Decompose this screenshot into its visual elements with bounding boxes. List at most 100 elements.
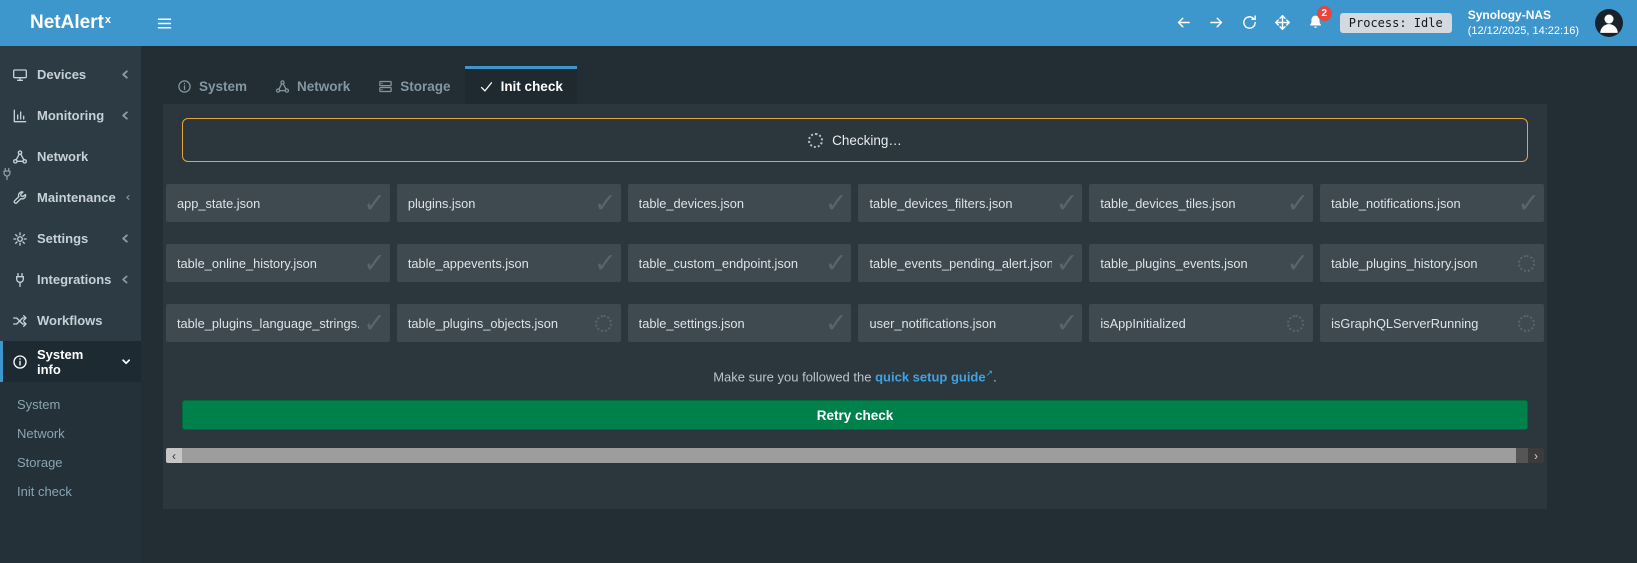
- chevron-left-icon: [125, 192, 131, 203]
- tab-storage[interactable]: Storage: [364, 66, 464, 104]
- monitor-icon: [12, 67, 28, 83]
- check-item-table-settings-json: table_settings.json✓: [628, 304, 852, 342]
- sidebar-item-label: Workflows: [37, 313, 103, 328]
- sidebar-item-settings[interactable]: Settings: [0, 218, 141, 259]
- scroll-right-button[interactable]: ›: [1528, 448, 1544, 463]
- device-info: Synology-NAS (12/12/2025, 14:22:16): [1468, 8, 1579, 38]
- process-status-badge: Process: Idle: [1340, 13, 1452, 33]
- check-item-user-notifications-json: user_notifications.json ✓: [858, 304, 1082, 342]
- check-item-label: user_notifications.json: [869, 316, 1051, 331]
- refresh-icon[interactable]: [1241, 14, 1258, 31]
- check-icon: ✓: [1287, 250, 1310, 277]
- no-chevron: [120, 315, 131, 326]
- check-icon: [479, 79, 494, 94]
- check-item-label: table_plugins_events.json: [1100, 256, 1282, 271]
- sidebar-item-integrations[interactable]: Integrations: [0, 259, 141, 300]
- check-item-label: table_devices.json: [639, 196, 821, 211]
- check-item-label: isAppInitialized: [1100, 316, 1283, 331]
- app-window: NetAlertx 2 Process: Idle: [0, 0, 1637, 563]
- check-icon: ✓: [1056, 310, 1079, 337]
- checking-label: Checking…: [832, 133, 902, 148]
- sidebar-item-network[interactable]: Network: [0, 136, 141, 177]
- check-item-label: table_events_pending_alert.json: [869, 256, 1051, 271]
- sidebar-item-label: Maintenance: [37, 190, 116, 205]
- check-item-label: app_state.json: [177, 196, 359, 211]
- sidebar-item-system-info[interactable]: System info: [0, 341, 141, 382]
- device-name: Synology-NAS: [1468, 8, 1579, 24]
- check-grid: app_state.json✓plugins.json✓table_device…: [166, 184, 1544, 342]
- check-item-label: table_custom_endpoint.json: [639, 256, 821, 271]
- sidebar-subitem-init-check[interactable]: Init check: [0, 477, 141, 506]
- user-avatar[interactable]: [1595, 9, 1623, 37]
- sidebar-toggle-button[interactable]: [141, 0, 187, 46]
- tab-label: Init check: [501, 79, 563, 94]
- tab-system[interactable]: System: [163, 66, 261, 104]
- plug-icon: [12, 272, 28, 288]
- scroll-left-button[interactable]: ‹: [166, 448, 182, 463]
- check-icon: ✓: [1517, 190, 1540, 217]
- sidebar-item-monitoring[interactable]: Monitoring: [0, 95, 141, 136]
- check-item-label: table_appevents.json: [408, 256, 590, 271]
- check-item-label: table_plugins_language_strings.json: [177, 316, 359, 331]
- header-actions: 2 Process: Idle Synology-NAS (12/12/2025…: [1175, 8, 1637, 38]
- move-arrows-icon[interactable]: [1274, 14, 1291, 31]
- check-icon: ✓: [825, 310, 848, 337]
- chevron-left-icon: [120, 69, 131, 80]
- check-icon: ✓: [1056, 190, 1079, 217]
- check-item-table-plugins-events-json: table_plugins_events.json ✓: [1089, 244, 1313, 282]
- sidebar-item-label: Network: [37, 149, 88, 164]
- spinner-icon: [808, 133, 823, 148]
- tab-network[interactable]: Network: [261, 66, 364, 104]
- check-icon: ✓: [363, 310, 386, 337]
- forward-arrow-icon[interactable]: [1208, 14, 1225, 31]
- checking-banner: Checking…: [182, 118, 1528, 162]
- check-item-table-online-history-json: table_online_history.json✓: [166, 244, 390, 282]
- check-icon: ✓: [1056, 250, 1079, 277]
- check-item-table-appevents-json: table_appevents.json✓: [397, 244, 621, 282]
- tab-label: Storage: [400, 79, 450, 94]
- shuffle-icon: [12, 313, 28, 329]
- hub-icon: [12, 149, 28, 165]
- check-item-label: table_devices_tiles.json: [1100, 196, 1282, 211]
- check-item-table-devices-filters-json: table_devices_filters.json ✓: [858, 184, 1082, 222]
- sidebar-item-workflows[interactable]: Workflows: [0, 300, 141, 341]
- chevron-left-icon: [120, 274, 131, 285]
- sidebar-item-label: Settings: [37, 231, 88, 246]
- tab-bar: System Network Storage Init check: [163, 66, 1547, 104]
- sidebar-submenu: SystemNetworkStorageInit check: [0, 382, 141, 563]
- check-item-table-custom-endpoint-json: table_custom_endpoint.json✓: [628, 244, 852, 282]
- check-icon: ✓: [1287, 190, 1310, 217]
- scrollbar-track[interactable]: [1516, 448, 1528, 463]
- scrollbar-thumb[interactable]: [182, 448, 1516, 463]
- storage-icon: [378, 79, 393, 94]
- setup-note-suffix: .: [993, 369, 997, 384]
- sidebar-item-maintenance[interactable]: Maintenance: [0, 177, 141, 218]
- check-item-table-plugins-language-strings-json: table_plugins_language_strings.json ✓: [166, 304, 390, 342]
- brand-superscript: x: [105, 14, 111, 26]
- notification-count-badge: 2: [1317, 6, 1332, 21]
- sidebar-subitem-storage[interactable]: Storage: [0, 448, 141, 477]
- gear-icon: [12, 231, 28, 247]
- check-item-table-plugins-history-json: table_plugins_history.json: [1320, 244, 1544, 282]
- sidebar-subitem-network[interactable]: Network: [0, 419, 141, 448]
- check-item-label: isGraphQLServerRunning: [1331, 316, 1514, 331]
- tab-label: Network: [297, 79, 350, 94]
- brand-logo[interactable]: NetAlertx: [0, 0, 141, 46]
- setup-note: Make sure you followed the quick setup g…: [166, 368, 1544, 384]
- tab-init-check[interactable]: Init check: [465, 66, 577, 104]
- quick-setup-guide-link[interactable]: quick setup guide: [875, 369, 986, 384]
- horizontal-scrollbar[interactable]: ‹ ›: [166, 448, 1544, 463]
- chevron-left-icon: [120, 110, 131, 121]
- back-arrow-icon[interactable]: [1175, 14, 1192, 31]
- top-header: NetAlertx 2 Process: Idle: [0, 0, 1637, 46]
- notifications-bell-icon[interactable]: 2: [1307, 14, 1324, 31]
- check-item-label: table_devices_filters.json: [869, 196, 1051, 211]
- sidebar-item-devices[interactable]: Devices: [0, 54, 141, 95]
- sidebar-subitem-system[interactable]: System: [0, 390, 141, 419]
- sidebar-item-label: Monitoring: [37, 108, 104, 123]
- main-content: System Network Storage Init check Checking……: [141, 46, 1637, 563]
- check-icon: ✓: [363, 190, 386, 217]
- check-item-isappinitialized: isAppInitialized: [1089, 304, 1313, 342]
- retry-check-button[interactable]: Retry check: [182, 400, 1528, 430]
- chart-icon: [12, 108, 28, 124]
